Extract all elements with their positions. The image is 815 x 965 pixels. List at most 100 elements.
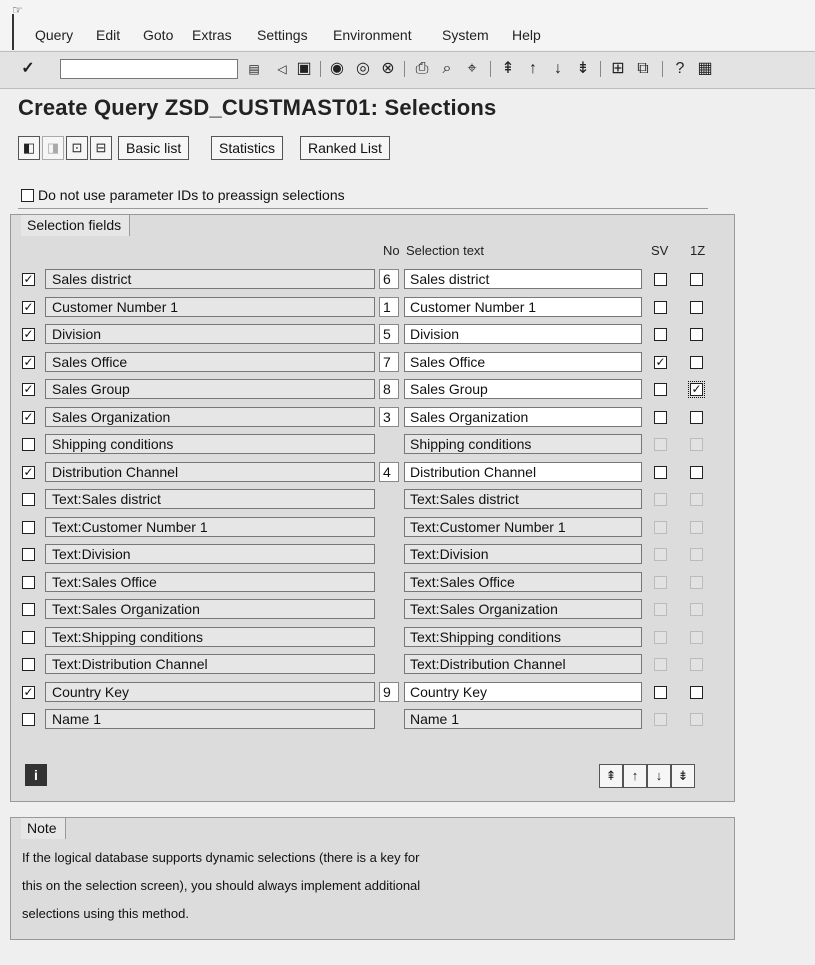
field-number-input[interactable]: 7 [379, 352, 399, 372]
menu-extras[interactable]: Extras [192, 27, 232, 43]
find-icon[interactable]: ⌕ [437, 59, 457, 79]
menu-divider [12, 14, 14, 50]
next-page-icon[interactable]: ↓ [548, 59, 568, 79]
find-next-icon[interactable]: ⌖ [462, 59, 482, 79]
menu-environment[interactable]: Environment [333, 27, 412, 43]
select-field-checkbox[interactable] [22, 658, 35, 671]
menu-settings[interactable]: Settings [257, 27, 308, 43]
previous-page-icon[interactable]: ↑ [623, 764, 647, 788]
sv-checkbox[interactable] [654, 466, 667, 479]
menu-goto[interactable]: Goto [143, 27, 173, 43]
one-z-checkbox[interactable] [690, 411, 703, 424]
selection-text-input: Text:Sales Office [404, 572, 642, 592]
selection-text-input[interactable]: Division [404, 324, 642, 344]
field-name: Text:Distribution Channel [45, 654, 375, 674]
selection-text-input[interactable]: Country Key [404, 682, 642, 702]
menu-edit[interactable]: Edit [96, 27, 120, 43]
no-parameter-ids-checkbox[interactable] [21, 189, 34, 202]
one-z-checkbox[interactable] [690, 686, 703, 699]
select-field-checkbox[interactable]: ✓ [22, 686, 35, 699]
select-field-checkbox[interactable] [22, 576, 35, 589]
select-field-checkbox[interactable] [22, 548, 35, 561]
field-name: Text:Shipping conditions [45, 627, 375, 647]
one-z-checkbox[interactable] [690, 301, 703, 314]
select-field-checkbox[interactable]: ✓ [22, 411, 35, 424]
field-groups-icon[interactable]: ⊡ [66, 136, 88, 160]
column-header-no: No [383, 243, 400, 258]
select-field-checkbox[interactable]: ✓ [22, 383, 35, 396]
field-number-input[interactable]: 4 [379, 462, 399, 482]
previous-page-icon[interactable]: ↑ [523, 59, 543, 79]
select-field-checkbox[interactable] [22, 713, 35, 726]
first-page-icon[interactable]: ⇞ [498, 59, 518, 79]
field-name: Distribution Channel [45, 462, 375, 482]
selection-text-input: Shipping conditions [404, 434, 642, 454]
last-page-icon[interactable]: ⇟ [671, 764, 695, 788]
next-page-icon[interactable]: ↓ [647, 764, 671, 788]
menu-help[interactable]: Help [512, 27, 541, 43]
field-name: Sales district [45, 269, 375, 289]
information-icon[interactable]: i [25, 764, 47, 786]
one-z-checkbox[interactable] [690, 328, 703, 341]
field-number-input[interactable]: 5 [379, 324, 399, 344]
selection-text-input[interactable]: Sales Office [404, 352, 642, 372]
cancel-icon[interactable]: ⊗ [378, 59, 398, 79]
one-z-checkbox [690, 493, 703, 506]
sv-checkbox[interactable]: ✓ [654, 356, 667, 369]
one-z-checkbox[interactable] [690, 273, 703, 286]
selection-text-input[interactable]: Sales district [404, 269, 642, 289]
ranked-list-button[interactable]: Ranked List [300, 136, 390, 160]
menu-icon[interactable]: ☞ [12, 4, 26, 16]
field-number-input[interactable]: 3 [379, 407, 399, 427]
enter-icon[interactable]: ✓ [18, 59, 38, 79]
toolbar-separator [404, 61, 405, 77]
sv-checkbox[interactable] [654, 301, 667, 314]
one-z-checkbox[interactable] [690, 466, 703, 479]
collapse-icon[interactable]: ◁ [272, 59, 292, 79]
basic-list-button[interactable]: Basic list [118, 136, 190, 160]
selection-text-input[interactable]: Distribution Channel [404, 462, 642, 482]
save-icon[interactable]: ▣ [294, 59, 314, 79]
field-number-input[interactable]: 9 [379, 682, 399, 702]
one-z-checkbox[interactable] [690, 356, 703, 369]
select-field-checkbox[interactable]: ✓ [22, 466, 35, 479]
selection-text-input[interactable]: Customer Number 1 [404, 297, 642, 317]
help-icon[interactable]: ? [670, 59, 690, 79]
command-field[interactable] [60, 59, 238, 79]
menu-system[interactable]: System [442, 27, 489, 43]
field-number-input[interactable]: 8 [379, 379, 399, 399]
select-field-checkbox[interactable]: ✓ [22, 301, 35, 314]
select-field-checkbox[interactable]: ✓ [22, 328, 35, 341]
statistics-button[interactable]: Statistics [211, 136, 284, 160]
sv-checkbox[interactable] [654, 328, 667, 341]
sv-checkbox[interactable] [654, 686, 667, 699]
shortcut-icon[interactable]: ⧉ [633, 59, 653, 79]
create-session-icon[interactable]: ⊞ [608, 59, 628, 79]
select-field-checkbox[interactable] [22, 521, 35, 534]
one-z-checkbox[interactable]: ✓ [688, 381, 705, 398]
select-field-checkbox[interactable] [22, 603, 35, 616]
column-header-sv: SV [651, 243, 669, 258]
last-page-icon[interactable]: ⇟ [573, 59, 593, 79]
field-number-input[interactable]: 6 [379, 269, 399, 289]
menu-query[interactable]: Query [35, 27, 73, 43]
exit-icon[interactable]: ◎ [353, 59, 373, 79]
back-icon[interactable]: ◉ [327, 59, 347, 79]
first-page-icon[interactable]: ⇞ [599, 764, 623, 788]
output-fields-icon[interactable]: ⊟ [90, 136, 112, 160]
select-field-checkbox[interactable] [22, 493, 35, 506]
field-number-input[interactable]: 1 [379, 297, 399, 317]
layout-menu-icon[interactable]: ▦ [695, 59, 715, 79]
selection-text-input[interactable]: Sales Organization [404, 407, 642, 427]
sv-checkbox[interactable] [654, 273, 667, 286]
sv-checkbox[interactable] [654, 411, 667, 424]
sv-checkbox[interactable] [654, 383, 667, 396]
print-icon[interactable]: ⎙ [412, 59, 432, 79]
select-field-checkbox[interactable]: ✓ [22, 356, 35, 369]
prev-screen-icon[interactable]: ◧ [18, 136, 40, 160]
select-field-checkbox[interactable]: ✓ [22, 273, 35, 286]
select-field-checkbox[interactable] [22, 631, 35, 644]
command-history-icon[interactable]: ▤ [244, 59, 264, 79]
selection-text-input[interactable]: Sales Group [404, 379, 642, 399]
select-field-checkbox[interactable] [22, 438, 35, 451]
